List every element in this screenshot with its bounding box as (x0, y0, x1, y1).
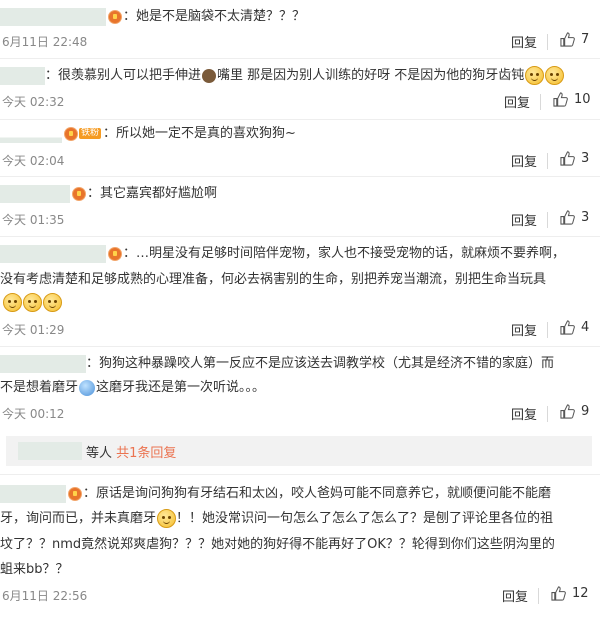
username-blurred[interactable] (0, 184, 70, 203)
username-blurred[interactable] (0, 66, 45, 85)
reply-button[interactable]: 回复 (511, 151, 537, 170)
sub-replies-box[interactable]: 等人 共1条回复 (6, 436, 592, 466)
reply-button[interactable]: 回复 (511, 32, 537, 51)
comment-6: ：狗狗这种暴躁咬人第一反应不是应该送去调教学校（尤其是经济不错的家庭）而 (0, 354, 554, 374)
smile-emoji-icon (525, 66, 545, 85)
like-count: 10 (574, 92, 591, 107)
thumbs-up-icon (560, 32, 575, 47)
person-emoji-icon (79, 379, 96, 396)
reply-button[interactable]: 回复 (511, 320, 537, 339)
username-blurred[interactable] (0, 484, 66, 503)
comment-time: 6月11日 22:48 (2, 35, 88, 49)
view-replies-link[interactable]: 共1条回复 (116, 446, 176, 461)
username-blurred[interactable] (0, 7, 106, 26)
thumbs-up-icon (560, 151, 575, 166)
reply-button[interactable]: 回复 (502, 586, 528, 605)
fan-badge-icon (108, 9, 122, 24)
thumbs-up-icon (551, 586, 566, 601)
thumbs-up-icon (560, 210, 575, 225)
username-blurred[interactable] (0, 244, 106, 263)
smile-emoji-icon (545, 66, 565, 85)
like-button[interactable]: 9 (560, 404, 589, 419)
username-blurred[interactable] (0, 124, 62, 143)
sweat-smile-emoji-icon (43, 293, 62, 312)
fan-badge-icon (68, 486, 82, 501)
comment-4: ：其它嘉宾都好尴尬啊 (0, 184, 217, 204)
username-blurred (18, 442, 82, 460)
fan-badge-icon (72, 186, 86, 201)
like-button[interactable]: 4 (560, 320, 589, 335)
like-count: 12 (572, 586, 589, 601)
reply-button[interactable]: 回复 (511, 210, 537, 229)
thumbs-up-icon (560, 404, 575, 419)
comment-time: 今天 01:29 (2, 323, 65, 337)
comment-7: ：原话是询问狗狗有牙结石和太凶，咬人爸妈可能不同意养它，就顺便问能不能磨 (0, 484, 551, 504)
like-count: 7 (581, 32, 590, 47)
thumbs-up-icon (553, 92, 568, 107)
like-count: 9 (581, 404, 590, 419)
comment-time: 今天 00:12 (2, 407, 65, 421)
comment-time: 今天 02:04 (2, 154, 65, 168)
fan-badge-icon (64, 126, 78, 141)
like-button[interactable]: 3 (560, 210, 589, 225)
fan-badge-icon (108, 246, 122, 261)
username-blurred[interactable] (0, 354, 86, 373)
comment-time: 6月11日 22:56 (2, 589, 88, 603)
comment-time: 今天 02:32 (2, 95, 65, 109)
like-count: 3 (581, 151, 590, 166)
reply-button[interactable]: 回复 (511, 404, 537, 423)
thumbs-up-icon (560, 320, 575, 335)
reply-button[interactable]: 回复 (504, 92, 530, 111)
like-button[interactable]: 7 (560, 32, 589, 47)
comment-5: ：…明星没有足够时间陪伴宠物，家人也不接受宠物的话，就麻烦不要养啊， (0, 244, 565, 264)
lion-emoji-icon (202, 68, 217, 83)
comment-time: 今天 01:35 (2, 213, 65, 227)
sweat-smile-emoji-icon (23, 293, 42, 312)
like-count: 3 (581, 210, 590, 225)
comment-2: ：很羡慕别人可以把手伸进 嘴里 那是因为别人训练的好呀 不是因为他的狗牙齿钝 (0, 66, 565, 86)
comment-text: ：她是不是脑袋不太清楚？？？ (123, 9, 306, 24)
like-button[interactable]: 3 (560, 151, 589, 166)
grin-emoji-icon (157, 509, 177, 528)
comment-3: 铁粉 ：所以她一定不是真的喜欢狗狗~ (0, 124, 296, 144)
like-count: 4 (581, 320, 590, 335)
sweat-smile-emoji-icon (3, 293, 22, 312)
like-button[interactable]: 12 (551, 586, 589, 601)
iron-fan-tag: 铁粉 (79, 128, 102, 139)
like-button[interactable]: 10 (553, 92, 591, 107)
